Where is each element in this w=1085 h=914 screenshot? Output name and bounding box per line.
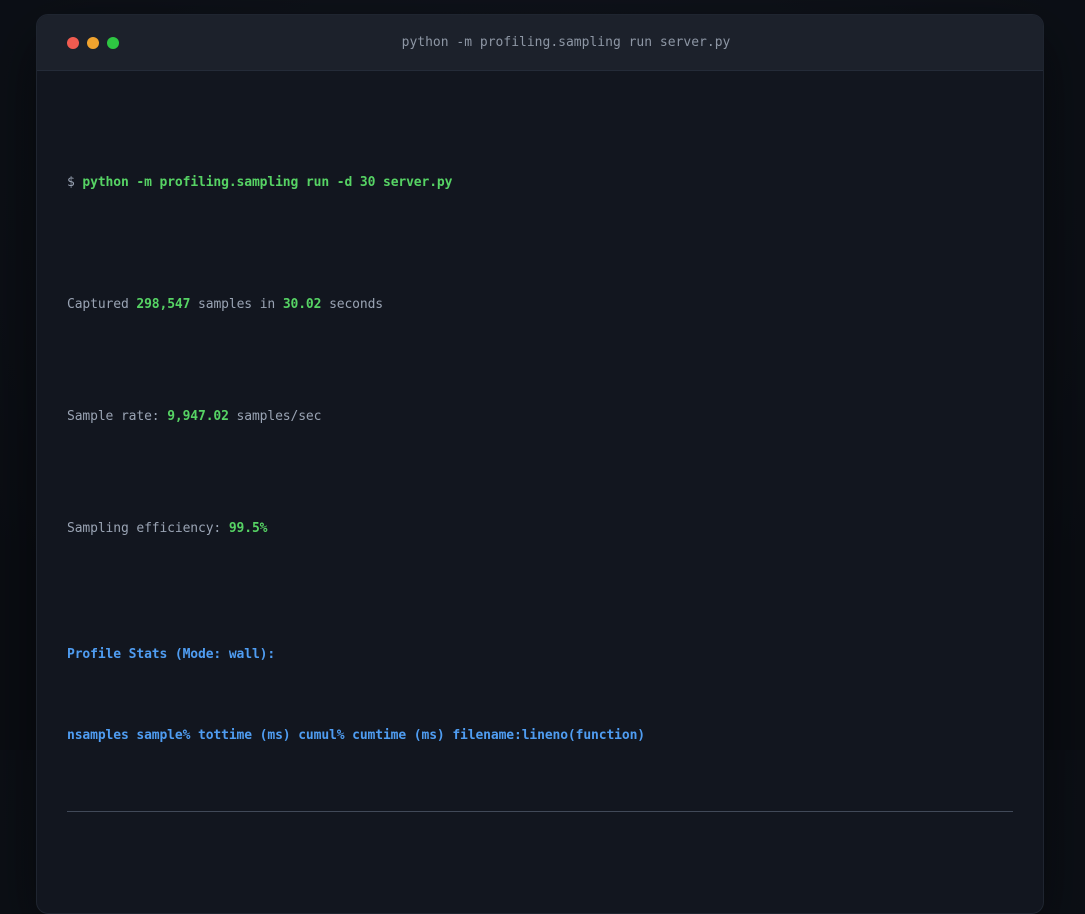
- titlebar: python -m profiling.sampling run server.…: [37, 15, 1043, 71]
- traffic-lights: [67, 36, 119, 49]
- maximize-button[interactable]: [107, 36, 119, 49]
- captured-samples-value: 298,547: [136, 297, 191, 312]
- efficiency-line: Sampling efficiency: 99.5%: [67, 515, 1013, 543]
- captured-line: Captured 298,547 samples in 30.02 second…: [67, 291, 1013, 319]
- close-button[interactable]: [67, 36, 79, 49]
- rate-unit: samples/sec: [228, 409, 322, 424]
- profile-stats-title: Profile Stats (Mode: wall):: [67, 647, 276, 662]
- profile-table: 12847/89234 4.3 1284.700 29.9 8923.400se…: [67, 902, 1013, 913]
- command-line: $ python -m profiling.sampling run -d 30…: [67, 169, 1013, 197]
- efficiency-value: 99.5%: [228, 521, 268, 536]
- terminal-window: python -m profiling.sampling run server.…: [36, 14, 1044, 914]
- table-columns-header: nsamples sample% tottime (ms) cumul% cum…: [67, 728, 645, 743]
- captured-duration-value: 30.02: [282, 297, 322, 312]
- captured-label: Captured: [67, 297, 137, 312]
- rate-label: Sample rate:: [67, 409, 168, 424]
- minimize-button[interactable]: [87, 36, 99, 49]
- table-divider: [67, 811, 1013, 812]
- captured-label2: samples in: [190, 297, 283, 312]
- prompt-symbol: $: [67, 175, 83, 190]
- window-title: python -m profiling.sampling run server.…: [401, 35, 731, 50]
- efficiency-label: Sampling efficiency:: [67, 521, 229, 536]
- command-text: python -m profiling.sampling run -d 30 s…: [82, 175, 453, 190]
- captured-label3: seconds: [321, 297, 384, 312]
- terminal-content[interactable]: $ python -m profiling.sampling run -d 30…: [37, 71, 1043, 913]
- sample-rate-line: Sample rate: 9,947.02 samples/sec: [67, 403, 1013, 431]
- rate-value: 9,947.02: [167, 409, 229, 424]
